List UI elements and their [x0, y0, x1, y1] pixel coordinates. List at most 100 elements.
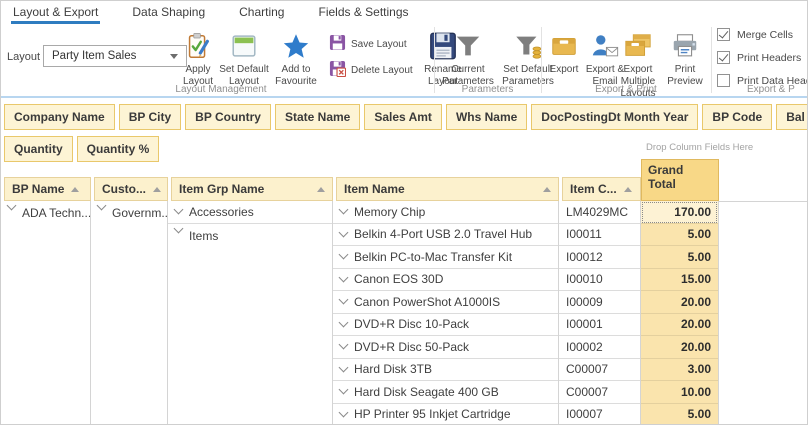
print-preview-button[interactable]: Print Preview — [663, 28, 707, 88]
item-grp-cell[interactable]: Items — [168, 223, 332, 425]
layout-management-group-label: Layout Management — [175, 84, 267, 95]
grand-total-cell[interactable]: 3.00 — [641, 358, 718, 381]
item-name-cell[interactable]: HP Printer 95 Inkjet Cartridge — [333, 404, 558, 425]
field-chip-sales-amt[interactable]: Sales Amt — [364, 104, 442, 130]
item-code-cell[interactable]: I00007 — [559, 404, 640, 425]
tab-fields-settings[interactable]: Fields & Settings — [316, 2, 410, 24]
save-layout-label: Save Layout — [351, 38, 407, 50]
parameters-group-label: Parameters — [461, 84, 514, 95]
export-button[interactable]: Export — [543, 28, 585, 76]
field-chip-bp-country[interactable]: BP Country — [185, 104, 271, 130]
item-code-cell[interactable]: I00011 — [559, 224, 640, 246]
field-chip-whs-name[interactable]: Whs Name — [445, 104, 528, 130]
funnel-icon — [453, 28, 483, 64]
merge-cells-checkbox[interactable]: Merge Cells — [717, 28, 793, 41]
item-code-cell[interactable]: C00007 — [559, 359, 640, 381]
item-code-cell[interactable]: I00012 — [559, 246, 640, 269]
save-layout-button[interactable]: Save Layout — [329, 34, 407, 54]
grand-total-cell[interactable]: 15.00 — [641, 268, 718, 291]
sort-asc-icon — [317, 186, 325, 192]
set-default-layout-button[interactable]: Set Default Layout — [216, 28, 272, 88]
item-name-cell[interactable]: Belkin 4-Port USB 2.0 Travel Hub — [333, 224, 558, 246]
sort-asc-icon — [623, 186, 632, 192]
field-chip-state-name[interactable]: State Name — [274, 104, 361, 130]
item-code-cell[interactable]: LM4029MC — [559, 201, 640, 224]
column-header-bp-name[interactable]: BP Name — [4, 177, 91, 201]
grand-total-cell[interactable]: 20.00 — [641, 291, 718, 314]
ribbon-tab-bar: Layout & Export Data Shaping Charting Fi… — [1, 1, 807, 24]
delete-layout-button[interactable]: Delete Layout — [329, 60, 413, 80]
customer-cell[interactable]: Governm... — [91, 201, 167, 424]
field-chip-quantity[interactable]: Quantity — [4, 136, 73, 162]
current-parameters-button[interactable]: Current Parameters — [437, 28, 499, 88]
drop-column-fields-hint: Drop Column Fields Here — [646, 142, 754, 153]
add-to-favourite-button[interactable]: Add to Favourite — [270, 28, 322, 88]
item-name-value: Belkin 4-Port USB 2.0 Travel Hub — [354, 227, 533, 242]
pivot-area: Company Name BP City BP Country State Na… — [1, 98, 807, 424]
export-box-icon — [549, 28, 579, 64]
customer-value: Governm... — [112, 206, 167, 220]
item-code-cell[interactable]: I00009 — [559, 291, 640, 314]
layout-dropdown[interactable]: Party Item Sales — [43, 45, 187, 67]
tab-charting[interactable]: Charting — [237, 2, 286, 24]
grand-total-cell[interactable]: 10.00 — [641, 381, 718, 404]
column-header-item-name[interactable]: Item Name — [336, 177, 559, 201]
item-code-cell[interactable]: I00001 — [559, 314, 640, 336]
item-code-cell[interactable]: I00010 — [559, 269, 640, 291]
column-header-customer[interactable]: Custo... — [94, 177, 168, 201]
grand-total-cell[interactable]: 20.00 — [641, 336, 718, 359]
field-chip-quantity-pct[interactable]: Quantity % — [76, 136, 160, 162]
tab-layout-export[interactable]: Layout & Export — [11, 2, 101, 24]
tab-data-shaping[interactable]: Data Shaping — [130, 2, 207, 24]
field-chip-company-name[interactable]: Company Name — [4, 104, 115, 130]
apply-layout-button[interactable]: Apply Layout — [175, 28, 221, 88]
print-headers-label: Print Headers — [737, 51, 802, 64]
item-name-cell[interactable]: DVD+R Disc 10-Pack — [333, 314, 558, 336]
item-code-column: LM4029MC I00011 I00012 I00010 I00009 I00… — [559, 201, 641, 424]
item-name-cell[interactable]: Memory Chip — [333, 201, 558, 224]
group-separator — [711, 27, 712, 93]
bp-name-column: ADA Techn... — [1, 201, 91, 424]
row-fields-area: Company Name BP City BP Country State Na… — [4, 104, 807, 130]
item-grp-cell[interactable]: Accessories — [168, 201, 332, 224]
item-name-cell[interactable]: Hard Disk 3TB — [333, 359, 558, 381]
sort-asc-icon — [543, 186, 551, 192]
item-code-value: I00009 — [566, 294, 603, 309]
grand-total-cell-selected[interactable]: 170.00 — [641, 201, 718, 224]
field-chip-bp-city[interactable]: BP City — [118, 104, 182, 130]
column-header-item-grp-name[interactable]: Item Grp Name — [171, 177, 333, 201]
field-chip-docpostingdt[interactable]: DocPostingDt Month Year — [531, 104, 699, 130]
sort-asc-icon — [153, 186, 161, 192]
funnel-database-icon — [513, 28, 543, 64]
item-name-value: Hard Disk 3TB — [354, 362, 433, 377]
item-code-cell[interactable]: C00007 — [559, 381, 640, 404]
star-icon — [281, 28, 311, 64]
item-code-value: C00007 — [566, 384, 609, 399]
bp-name-cell[interactable]: ADA Techn... — [1, 201, 90, 424]
item-code-value: C00007 — [566, 362, 609, 377]
grand-total-cell[interactable]: 5.00 — [641, 403, 718, 424]
grand-total-header[interactable]: Grand Total — [641, 159, 719, 201]
item-code-cell[interactable]: I00002 — [559, 336, 640, 359]
column-header-label: Item Grp Name — [179, 182, 265, 196]
grand-total-cell[interactable]: 5.00 — [641, 246, 718, 269]
item-code-value: LM4029MC — [566, 204, 629, 219]
column-header-item-code[interactable]: Item C... — [562, 177, 641, 201]
item-name-cell[interactable]: Canon EOS 30D — [333, 269, 558, 291]
chevron-down-icon — [338, 407, 349, 418]
item-name-cell[interactable]: Hard Disk Seagate 400 GB — [333, 381, 558, 404]
item-name-column: Memory Chip Belkin 4-Port USB 2.0 Travel… — [333, 201, 559, 424]
item-name-cell[interactable]: Canon PowerShot A1000IS — [333, 291, 558, 314]
item-name-value: Canon EOS 30D — [354, 272, 444, 287]
field-chip-bal-due[interactable]: Bal Due On Doc — [776, 104, 807, 130]
item-name-cell[interactable]: Belkin PC-to-Mac Transfer Kit — [333, 246, 558, 269]
chevron-down-icon — [338, 339, 349, 350]
field-chip-bp-code[interactable]: BP Code — [702, 104, 773, 130]
grand-total-cell[interactable]: 20.00 — [641, 313, 718, 336]
grand-total-cell[interactable]: 5.00 — [641, 223, 718, 246]
print-headers-checkbox[interactable]: Print Headers — [717, 51, 801, 64]
multiple-boxes-icon — [622, 28, 654, 64]
data-fields-area: Quantity Quantity % — [4, 136, 160, 162]
item-name-cell[interactable]: DVD+R Disc 50-Pack — [333, 336, 558, 359]
chevron-down-icon — [338, 272, 349, 283]
